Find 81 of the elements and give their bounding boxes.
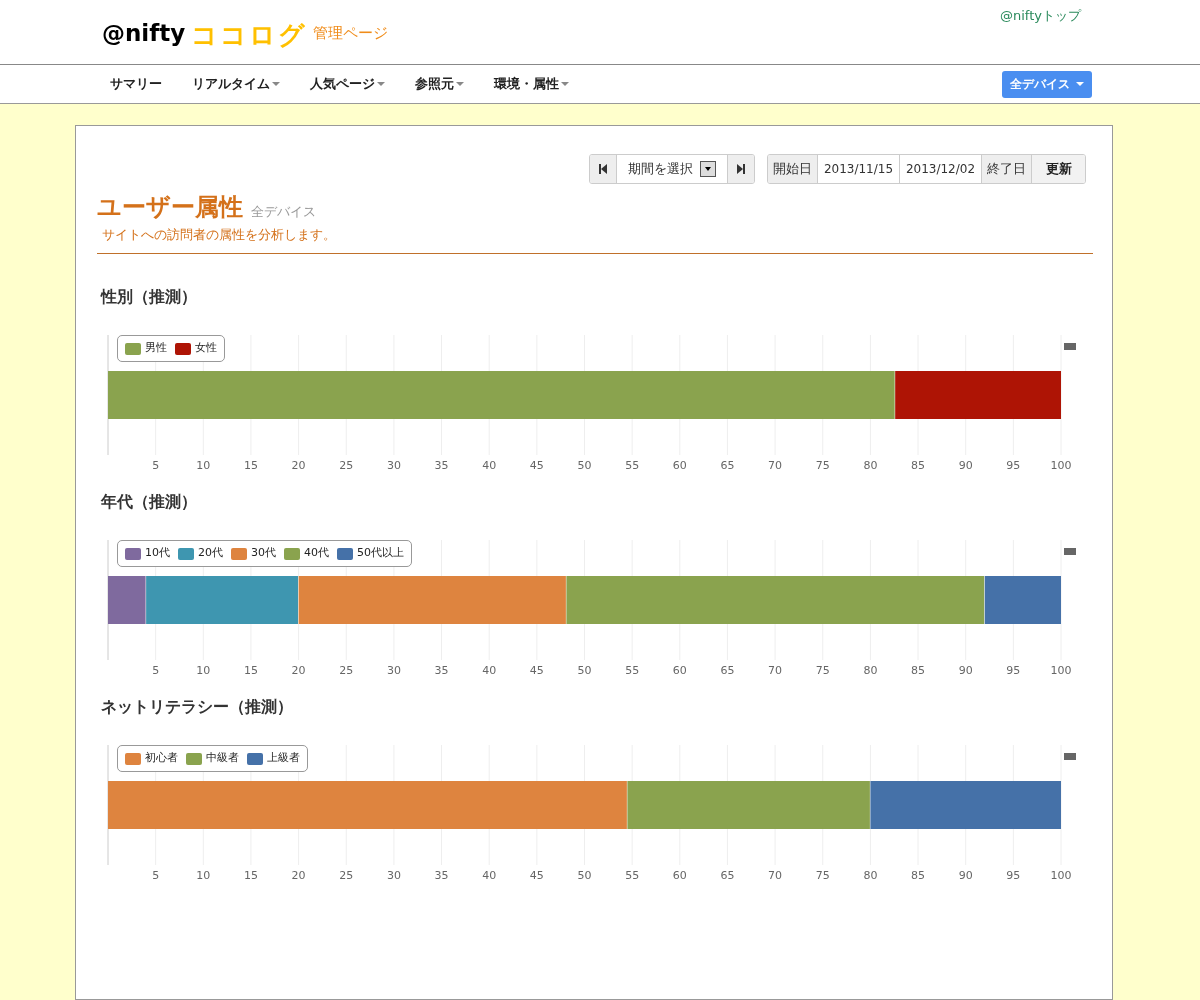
product-logo: ココログ (191, 18, 308, 51)
axis-tick-label: 10 (196, 459, 211, 472)
axis-tick-label: 45 (529, 664, 544, 677)
axis-tick-label: 50 (577, 664, 592, 677)
axis-tick-label: 25 (339, 869, 354, 882)
axis-tick-label: 75 (815, 459, 830, 472)
axis-tick-label: 5 (152, 664, 160, 677)
axis-tick-label: 15 (243, 664, 258, 677)
axis-tick-label: 30 (386, 869, 401, 882)
axis-tick-label: 95 (1006, 664, 1021, 677)
legend-label: 上級者 (267, 750, 300, 767)
axis-tick-label: 20 (291, 664, 306, 677)
axis-tick-label: 65 (720, 459, 735, 472)
axis-tick-label: 60 (672, 664, 687, 677)
axis-tick-label: 70 (768, 869, 783, 882)
axis-tick-label: 55 (625, 664, 640, 677)
axis-tick-label: 80 (863, 869, 878, 882)
section-title: ネットリテラシー（推測） (101, 696, 293, 718)
axis-tick-label: 55 (625, 869, 640, 882)
axis-tick-label: 25 (339, 459, 354, 472)
axis-tick-label: 10 (196, 869, 211, 882)
axis-tick-label: 65 (720, 664, 735, 677)
axis-tick-label: 100 (1050, 664, 1072, 677)
axis-tick-label: 75 (815, 869, 830, 882)
axis-tick-label: 35 (434, 664, 449, 677)
axis-tick-label: 30 (386, 664, 401, 677)
axis-tick-label: 100 (1050, 459, 1072, 472)
axis-tick-label: 5 (152, 869, 160, 882)
axis-tick-label: 60 (672, 459, 687, 472)
legend-label: 男性 (145, 340, 167, 357)
axis-tick-label: 45 (529, 459, 544, 472)
brand-logo: @nifty (102, 19, 186, 48)
axis-tick-label: 90 (958, 459, 973, 472)
legend-label: 50代以上 (357, 545, 404, 562)
axis-tick-label: 95 (1006, 869, 1021, 882)
axis-tick-label: 55 (625, 459, 640, 472)
axis-tick-label: 80 (863, 459, 878, 472)
axis-tick-label: 40 (482, 664, 497, 677)
axis-tick-label: 20 (291, 459, 306, 472)
axis-tick-label: 95 (1006, 459, 1021, 472)
axis-tick-label: 85 (911, 869, 926, 882)
axis-tick-label: 70 (768, 459, 783, 472)
axis-tick-label: 40 (482, 869, 497, 882)
legend-label: 40代 (304, 545, 329, 562)
axis-tick-label: 10 (196, 664, 211, 677)
section-title: 性別（推測） (101, 286, 197, 308)
legend-label: 30代 (251, 545, 276, 562)
axis-tick-label: 50 (577, 459, 592, 472)
axis-tick-label: 45 (529, 869, 544, 882)
axis-tick-label: 90 (958, 664, 973, 677)
page-subtitle: 全デバイス (251, 202, 316, 221)
axis-tick-label: 35 (434, 869, 449, 882)
axis-tick-label: 75 (815, 664, 830, 677)
axis-tick-label: 80 (863, 664, 878, 677)
axis-tick-label: 35 (434, 459, 449, 472)
page-title: ユーザー属性 (97, 193, 243, 221)
axis-tick-label: 65 (720, 869, 735, 882)
axis-tick-label: 70 (768, 664, 783, 677)
axis-tick-label: 5 (152, 459, 160, 472)
legend-label: 女性 (195, 340, 217, 357)
axis-tick-label: 15 (243, 459, 258, 472)
axis-tick-label: 15 (243, 869, 258, 882)
axis-tick-label: 40 (482, 459, 497, 472)
axis-tick-label: 25 (339, 664, 354, 677)
section-title: 年代（推測） (101, 491, 197, 513)
legend-label: 初心者 (145, 750, 178, 767)
end-date-label: 終了日 (982, 155, 1032, 183)
axis-tick-label: 30 (386, 459, 401, 472)
axis-tick-label: 90 (958, 869, 973, 882)
axis-tick-label: 85 (911, 664, 926, 677)
axis-tick-label: 20 (291, 869, 306, 882)
start-date-label: 開始日 (768, 155, 818, 183)
legend-label: 20代 (198, 545, 223, 562)
logo-subtitle: 管理ページ (313, 23, 389, 44)
axis-tick-label: 50 (577, 869, 592, 882)
axis-tick-label: 60 (672, 869, 687, 882)
page-description: サイトへの訪問者の属性を分析します。 (102, 226, 336, 244)
legend-label: 中級者 (206, 750, 239, 767)
legend-label: 10代 (145, 545, 170, 562)
axis-tick-label: 85 (911, 459, 926, 472)
axis-tick-label: 100 (1050, 869, 1072, 882)
